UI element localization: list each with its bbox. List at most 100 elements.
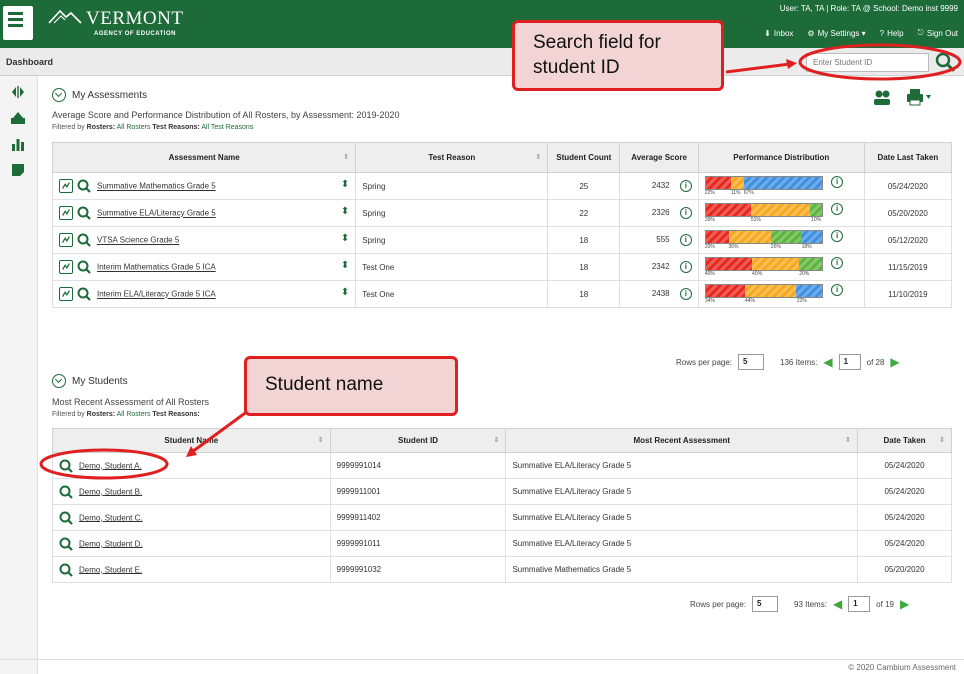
- filter-reasons-value[interactable]: All Test Reasons: [201, 124, 253, 131]
- col-student-count[interactable]: Student Count: [547, 142, 621, 173]
- page-number-input[interactable]: 1: [838, 354, 861, 370]
- perf-label: 26%: [770, 243, 781, 250]
- student-name-link[interactable]: Demo, Student A.: [79, 461, 142, 470]
- students-section-header[interactable]: My Students: [52, 374, 128, 388]
- assessments-section-header[interactable]: My Assessments: [52, 88, 147, 102]
- vermont-logo: VERMONT AGENCY OF EDUCATION: [48, 5, 198, 43]
- perf-segment: [731, 176, 745, 189]
- side-rail: [0, 76, 38, 674]
- info-icon[interactable]: i: [679, 288, 692, 300]
- col-student-id-label: Student ID: [398, 436, 439, 445]
- assessment-name-link[interactable]: Summative ELA/Literacy Grade 5: [97, 209, 216, 218]
- col-assessment-name[interactable]: Assessment Name ⇕: [51, 142, 357, 173]
- view-results-magnifier-icon[interactable]: [77, 179, 91, 193]
- prev-page-icon[interactable]: ◀: [833, 597, 842, 611]
- student-name-link[interactable]: Demo, Student C.: [79, 513, 143, 522]
- date-last-taken-cell: 11/10/2019: [863, 280, 953, 308]
- student-count-cell: 25: [547, 172, 621, 200]
- next-page-icon[interactable]: ▶: [900, 597, 909, 611]
- view-results-magnifier-icon[interactable]: [77, 287, 91, 301]
- col-date-taken[interactable]: Date Taken ⇕: [857, 428, 952, 453]
- info-icon[interactable]: i: [679, 180, 692, 192]
- info-icon[interactable]: i: [831, 229, 844, 242]
- page-number-input[interactable]: 1: [848, 596, 871, 612]
- col-average-score[interactable]: Average Score: [619, 142, 699, 173]
- student-name-link[interactable]: Demo, Student B.: [79, 487, 142, 496]
- student-name-callout: Student name: [244, 356, 458, 416]
- bar-chart-icon[interactable]: [10, 136, 26, 152]
- student-responses-icon[interactable]: [59, 287, 73, 301]
- menu-button[interactable]: [3, 6, 33, 40]
- perf-label: 18%: [801, 243, 812, 250]
- view-student-magnifier-icon[interactable]: [59, 537, 73, 551]
- view-results-magnifier-icon[interactable]: [77, 206, 91, 220]
- view-results-magnifier-icon[interactable]: [77, 260, 91, 274]
- view-student-magnifier-icon[interactable]: [59, 459, 73, 473]
- reorder-icon[interactable]: ⬍: [341, 287, 349, 298]
- filter-rosters-value[interactable]: All Rosters: [117, 411, 151, 418]
- students-group-icon[interactable]: [872, 88, 892, 106]
- student-responses-icon[interactable]: [59, 206, 73, 220]
- student-responses-icon[interactable]: [59, 260, 73, 274]
- sort-icon: ⇕: [317, 437, 324, 444]
- info-icon[interactable]: i: [679, 261, 692, 273]
- info-icon[interactable]: i: [679, 234, 692, 246]
- prev-page-icon[interactable]: ◀: [823, 355, 832, 369]
- filter-rosters-value[interactable]: All Rosters: [117, 124, 151, 131]
- view-student-magnifier-icon[interactable]: [59, 485, 73, 499]
- reorder-icon[interactable]: ⬍: [341, 233, 349, 244]
- perf-label: 34%: [704, 297, 715, 304]
- info-icon[interactable]: i: [831, 283, 844, 296]
- student-responses-icon[interactable]: [59, 233, 73, 247]
- search-icon[interactable]: [934, 51, 956, 73]
- assessment-name-link[interactable]: Summative Mathematics Grade 5: [97, 182, 216, 191]
- student-name-link[interactable]: Demo, Student E.: [79, 565, 142, 574]
- average-score-value: 555: [656, 235, 670, 244]
- reorder-icon[interactable]: ⬍: [341, 206, 349, 217]
- brand-subtitle: AGENCY OF EDUCATION: [94, 31, 176, 37]
- average-score-cell: 2432 i: [619, 172, 699, 200]
- inbox-link[interactable]: ⬇ Inbox: [764, 28, 793, 38]
- reorder-icon[interactable]: ⬍: [341, 179, 349, 190]
- rows-per-page-select[interactable]: 5: [738, 354, 765, 370]
- help-link[interactable]: ? Help: [880, 28, 904, 38]
- test-reason-cell: Spring: [355, 172, 549, 200]
- col-student-name[interactable]: Student Name ⇕: [52, 428, 331, 453]
- view-results-magnifier-icon[interactable]: [77, 233, 91, 247]
- info-icon[interactable]: i: [831, 202, 844, 215]
- col-most-recent-assessment[interactable]: Most Recent Assessment ⇕: [505, 428, 859, 453]
- expand-collapse-icon[interactable]: [10, 84, 26, 100]
- info-icon[interactable]: i: [831, 256, 844, 269]
- performance-bar[interactable]: 34% 44% 22%: [704, 283, 823, 305]
- next-page-icon[interactable]: ▶: [890, 355, 899, 369]
- student-name-link[interactable]: Demo, Student D.: [79, 539, 143, 548]
- performance-bar[interactable]: 39% 51% 10%: [704, 202, 823, 224]
- col-test-reason[interactable]: Test Reason ⇕: [355, 142, 549, 173]
- col-student-id[interactable]: Student ID ⇕: [329, 428, 507, 453]
- rows-per-page-select[interactable]: 5: [752, 596, 779, 612]
- view-student-magnifier-icon[interactable]: [59, 563, 73, 577]
- assessment-name-link[interactable]: Interim Mathematics Grade 5 ICA: [97, 263, 216, 272]
- perf-label: 40%: [752, 270, 763, 277]
- student-id-search-input[interactable]: [806, 53, 929, 72]
- info-icon[interactable]: i: [831, 175, 844, 188]
- student-responses-icon[interactable]: [59, 179, 73, 193]
- performance-bar[interactable]: 20% 36% 26% 18%: [704, 229, 823, 251]
- performance-bar[interactable]: 40% 40% 20%: [704, 256, 823, 278]
- assessment-name-link[interactable]: Interim ELA/Literacy Grade 5 ICA: [97, 290, 216, 299]
- col-date-last-taken[interactable]: Date Last Taken: [863, 142, 953, 173]
- info-icon[interactable]: i: [679, 207, 692, 219]
- assessment-name-link[interactable]: VTSA Science Grade 5: [97, 236, 179, 245]
- perf-label: 20%: [799, 270, 810, 277]
- student-count-cell: 18: [547, 226, 621, 254]
- performance-bar[interactable]: 22% 11% 67%: [704, 175, 823, 197]
- print-icon[interactable]: [906, 88, 932, 106]
- signout-link[interactable]: ⎋ Sign Out: [918, 28, 958, 38]
- note-icon[interactable]: [10, 162, 26, 178]
- filter-reasons-label: Test Reasons:: [152, 124, 200, 131]
- student-count-cell: 22: [547, 199, 621, 227]
- assessment-icon[interactable]: [10, 110, 26, 126]
- settings-link[interactable]: ⚙ My Settings ▾: [807, 28, 865, 38]
- reorder-icon[interactable]: ⬍: [341, 260, 349, 271]
- view-student-magnifier-icon[interactable]: [59, 511, 73, 525]
